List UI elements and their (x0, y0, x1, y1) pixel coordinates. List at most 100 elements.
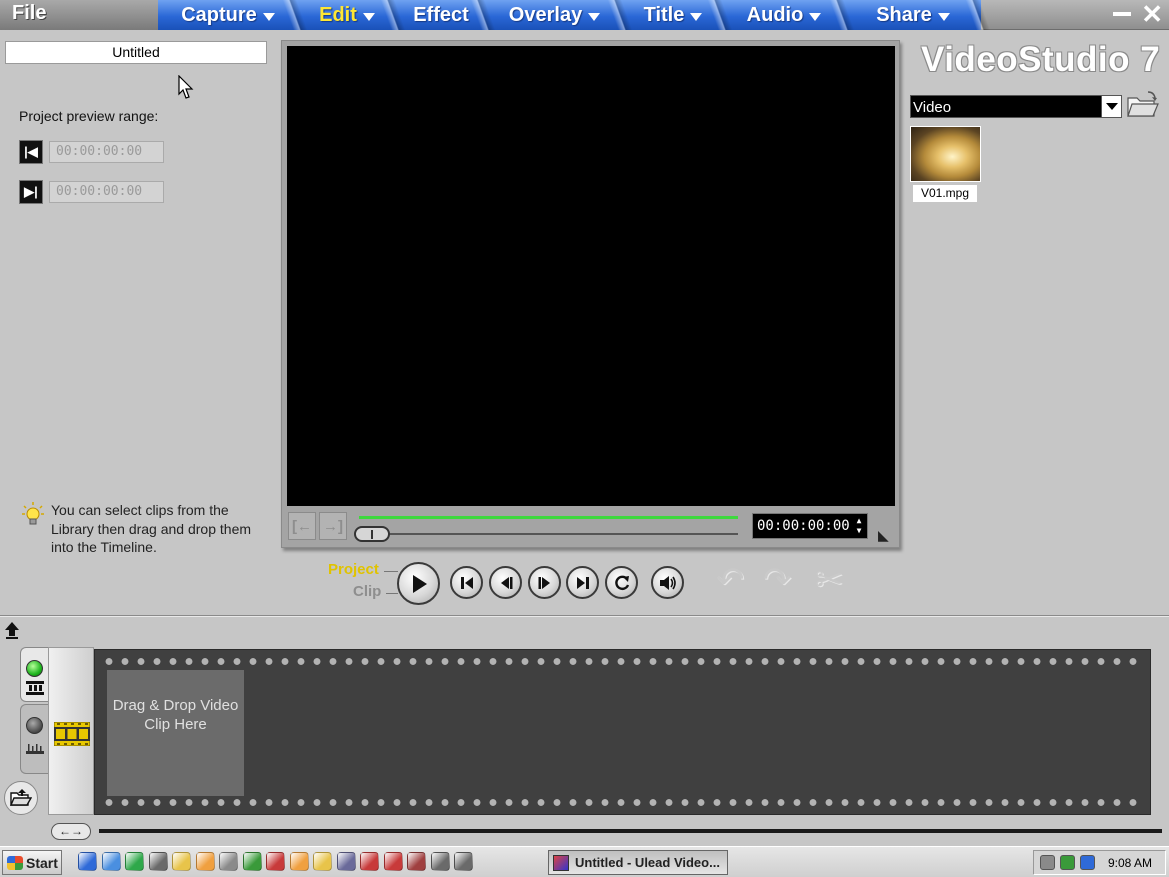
quick-launch-icon[interactable] (219, 852, 238, 871)
enlarge-preview-icon[interactable]: ◣ (878, 527, 892, 543)
tab-label: Edit (319, 3, 357, 26)
mouse-pointer-icon (178, 75, 194, 99)
volume-button[interactable] (651, 566, 684, 599)
system-tray: 9:08 AM (1033, 850, 1166, 875)
windows-logo-icon (7, 855, 23, 870)
mark-in-button[interactable]: [← (288, 512, 316, 540)
tray-icon[interactable] (1040, 855, 1055, 870)
play-button[interactable] (397, 562, 440, 605)
storyboard-track[interactable]: Drag & Drop Video Clip Here (94, 649, 1151, 815)
quick-launch-icon[interactable] (407, 852, 426, 871)
storyboard-icon (26, 681, 44, 695)
range-start-row: |◀ 00:00:00:00 (19, 140, 164, 164)
close-icon[interactable]: ✕ (1141, 1, 1163, 27)
tray-icon[interactable] (1080, 855, 1095, 870)
timeline-view-tab[interactable] (20, 704, 48, 774)
mark-out-button[interactable]: →] (319, 512, 347, 540)
quick-launch-icon[interactable] (383, 852, 403, 871)
tab-label: Effect (413, 3, 469, 26)
timeline-divider[interactable] (0, 615, 1169, 617)
quick-launch-icon[interactable] (172, 852, 191, 871)
library-clip-thumbnail[interactable] (910, 126, 981, 182)
quick-launch-icon[interactable] (289, 852, 309, 871)
arrow-up-icon[interactable] (3, 620, 21, 640)
brand-logo: VideoStudio 7 (921, 40, 1161, 79)
undo-icon[interactable]: ↶ (716, 560, 745, 600)
previous-frame-icon (500, 576, 512, 589)
mode-connector (384, 571, 398, 572)
quick-launch-icon[interactable] (148, 852, 168, 871)
start-label: Start (26, 854, 58, 871)
tab-capture[interactable]: Capture (158, 0, 298, 30)
library-category-select[interactable]: Video (910, 95, 1122, 118)
previous-frame-button[interactable] (489, 566, 522, 599)
quick-launch-icon[interactable] (336, 852, 356, 871)
mark-out-icon: →] (323, 517, 343, 535)
tab-label: Capture (181, 3, 257, 26)
repeat-icon (614, 575, 629, 590)
quick-launch-icon[interactable] (242, 852, 262, 871)
project-mode-label[interactable]: Project (328, 561, 379, 578)
timecode-display[interactable]: 00:00:00:00 ▲ ▼ (752, 513, 868, 539)
quick-launch-icon[interactable] (195, 852, 215, 871)
project-name-field[interactable]: Untitled (5, 41, 267, 64)
quick-launch-icon[interactable] (360, 852, 379, 871)
volume-icon (659, 575, 676, 590)
quick-launch-icon[interactable] (454, 852, 473, 871)
preview-screen[interactable] (287, 46, 895, 506)
taskbar-window-label: Untitled - Ulead Video... (575, 855, 720, 870)
tab-audio[interactable]: Audio (723, 0, 845, 30)
timecode-spinner-icon[interactable]: ▲ ▼ (853, 516, 865, 536)
open-folder-icon (10, 789, 32, 806)
mark-out-icon[interactable]: ▶| (19, 180, 43, 204)
start-button[interactable]: Start (2, 850, 62, 875)
chevron-down-icon (362, 12, 375, 21)
home-button[interactable] (450, 566, 483, 599)
scrub-track[interactable] (359, 533, 738, 535)
timeline-ruler-icon (26, 744, 44, 754)
range-start-field[interactable]: 00:00:00:00 (49, 141, 164, 163)
status-led-icon (26, 717, 43, 734)
clip-mode-label[interactable]: Clip (353, 583, 381, 600)
quick-launch-icon[interactable] (125, 852, 144, 871)
repeat-button[interactable] (605, 566, 638, 599)
clock: 9:08 AM (1108, 855, 1153, 870)
mark-in-icon[interactable]: |◀ (19, 140, 43, 164)
play-icon (412, 574, 427, 593)
tab-overlay[interactable]: Overlay (486, 0, 623, 30)
quick-launch-icon[interactable] (266, 852, 285, 871)
preview-window: [← →] 00:00:00:00 ▲ ▼ ◣ (281, 40, 900, 548)
home-icon (460, 576, 473, 589)
quick-launch-icon[interactable] (101, 852, 121, 871)
timeline-scrollbar[interactable] (99, 829, 1162, 833)
chevron-down-icon[interactable] (1101, 96, 1121, 117)
tab-effect[interactable]: Effect (396, 0, 486, 30)
trim-bar[interactable] (359, 516, 738, 519)
tab-title[interactable]: Title (623, 0, 723, 30)
storyboard-view-tab[interactable] (20, 647, 48, 702)
split-clip-icon[interactable]: ✂ (815, 560, 844, 600)
next-frame-button[interactable] (528, 566, 561, 599)
timecode-value: 00:00:00:00 (757, 518, 850, 534)
tray-icon[interactable] (1060, 855, 1075, 870)
open-folder-icon[interactable] (1126, 90, 1160, 120)
tab-share[interactable]: Share (845, 0, 981, 30)
range-end-field[interactable]: 00:00:00:00 (49, 181, 164, 203)
sprocket-holes (101, 798, 1144, 807)
taskbar-window-button[interactable]: Untitled - Ulead Video... (548, 850, 728, 875)
redo-icon[interactable]: ↷ (763, 560, 792, 600)
drop-clip-slot[interactable]: Drag & Drop Video Clip Here (107, 670, 244, 796)
end-button[interactable] (566, 566, 599, 599)
quick-launch-icon[interactable] (313, 852, 332, 871)
minimize-icon[interactable] (1113, 12, 1131, 16)
quick-launch-icon[interactable] (78, 852, 97, 871)
zoom-arrows-icon[interactable]: ←→ (51, 823, 91, 840)
file-menu[interactable]: File (0, 0, 158, 30)
open-file-button[interactable] (4, 781, 38, 815)
tab-label: Title (643, 3, 685, 26)
quick-launch-icon[interactable] (430, 852, 450, 871)
lightbulb-icon (22, 502, 44, 525)
jog-slider-handle[interactable] (354, 526, 390, 542)
chevron-down-icon (588, 12, 601, 21)
tab-edit[interactable]: Edit (298, 0, 396, 30)
